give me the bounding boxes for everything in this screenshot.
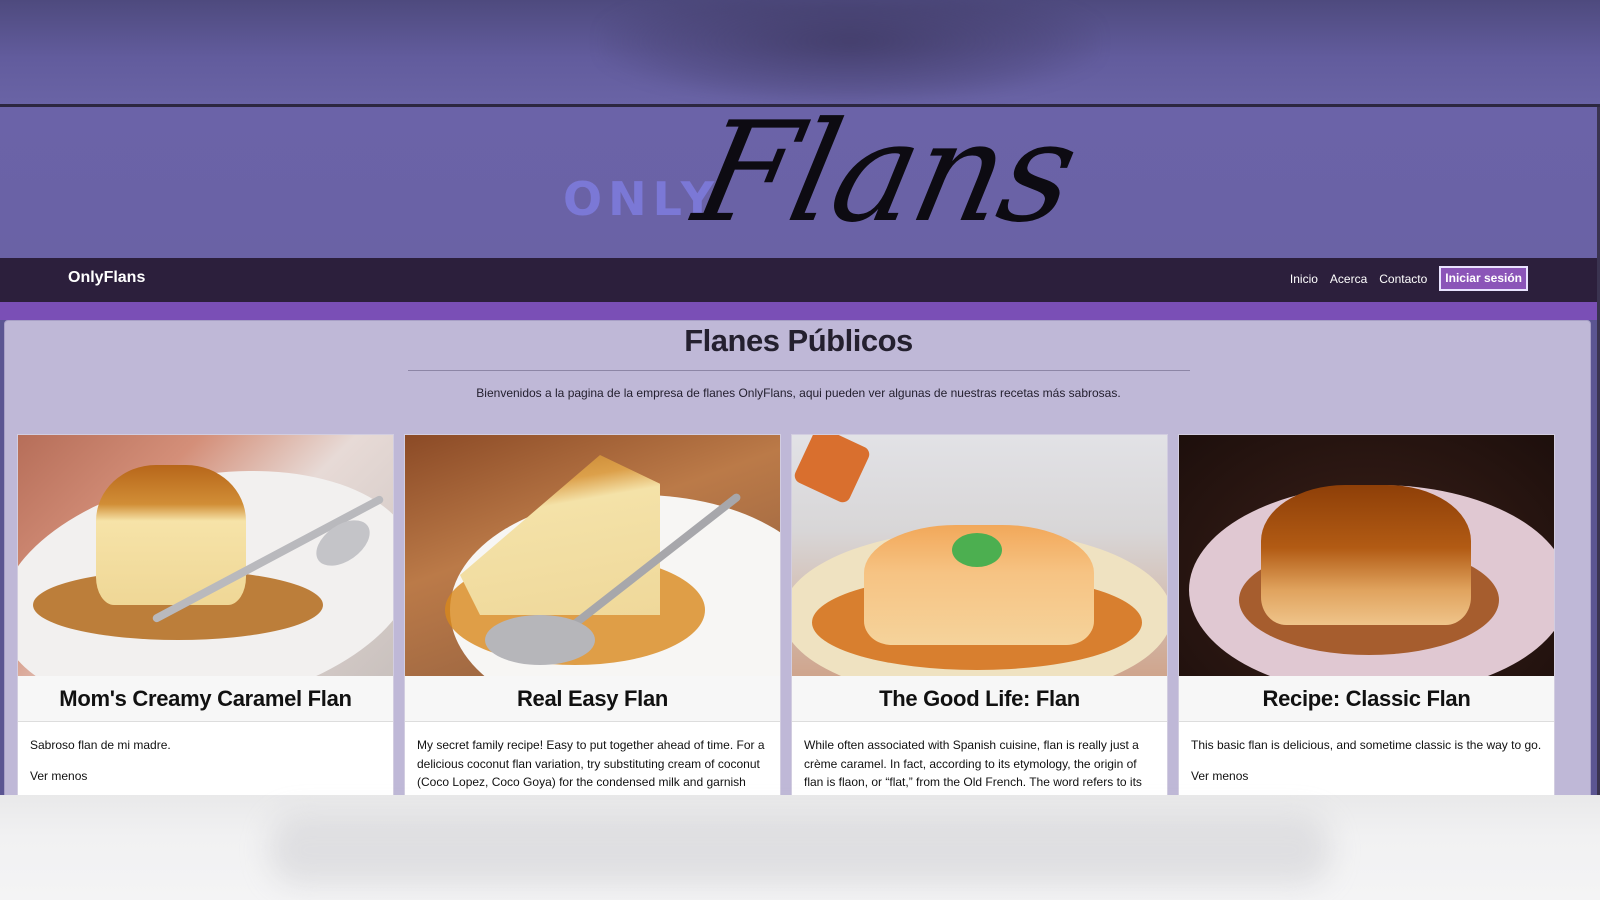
nav-links: Inicio Acerca Contacto Iniciar sesión: [1290, 266, 1528, 291]
recipe-card: Real Easy Flan My secret family recipe! …: [404, 434, 781, 799]
toggle-link[interactable]: Ver menos: [30, 767, 381, 786]
main-content: Flanes Públicos Bienvenidos a la pagina …: [4, 320, 1591, 800]
spoon-bowl: [485, 615, 595, 665]
recipe-card: The Good Life: Flan While often associat…: [791, 434, 1168, 799]
blurred-top-backdrop: [0, 0, 1600, 106]
background-candy: [792, 435, 872, 505]
flan-slice: [460, 455, 660, 615]
logo-flans-text: Flans: [682, 92, 1089, 253]
accent-strip: [0, 302, 1600, 320]
card-title: Recipe: Classic Flan: [1179, 676, 1554, 722]
nav-link-inicio[interactable]: Inicio: [1290, 272, 1318, 286]
page-title: Flanes Públicos: [684, 323, 913, 358]
blurred-bottom-backdrop: [0, 795, 1600, 900]
card-description: My secret family recipe! Easy to put tog…: [417, 738, 765, 799]
card-description: While often associated with Spanish cuis…: [804, 738, 1150, 799]
mint-leaf: [952, 533, 1002, 567]
blur-smudge: [600, 0, 1100, 104]
recipe-card: Recipe: Classic Flan This basic flan is …: [1178, 434, 1555, 799]
card-title: Mom's Creamy Caramel Flan: [18, 676, 393, 722]
toggle-link[interactable]: Ver menos: [1191, 767, 1542, 786]
card-title: The Good Life: Flan: [792, 676, 1167, 722]
nav-link-contacto[interactable]: Contacto: [1379, 272, 1427, 286]
flan-photo: [405, 435, 780, 676]
recipe-card: Mom's Creamy Caramel Flan Sabroso flan d…: [17, 434, 394, 799]
intro-text: Bienvenidos a la pagina de la empresa de…: [476, 386, 1121, 400]
navbar-brand[interactable]: OnlyFlans: [68, 269, 145, 287]
flan-shape: [1261, 485, 1471, 625]
title-divider: [408, 370, 1190, 371]
flan-photo: [1179, 435, 1554, 676]
nav-link-acerca[interactable]: Acerca: [1330, 272, 1367, 286]
flan-photo: [18, 435, 393, 676]
card-description: Sabroso flan de mi madre.: [30, 738, 171, 752]
blur-shape: [270, 815, 1330, 885]
card-title: Real Easy Flan: [405, 676, 780, 722]
navbar: OnlyFlans Inicio Acerca Contacto Iniciar…: [0, 258, 1600, 302]
card-description: This basic flan is delicious, and someti…: [1191, 738, 1542, 752]
flan-photo: [792, 435, 1167, 676]
login-button[interactable]: Iniciar sesión: [1439, 266, 1528, 291]
